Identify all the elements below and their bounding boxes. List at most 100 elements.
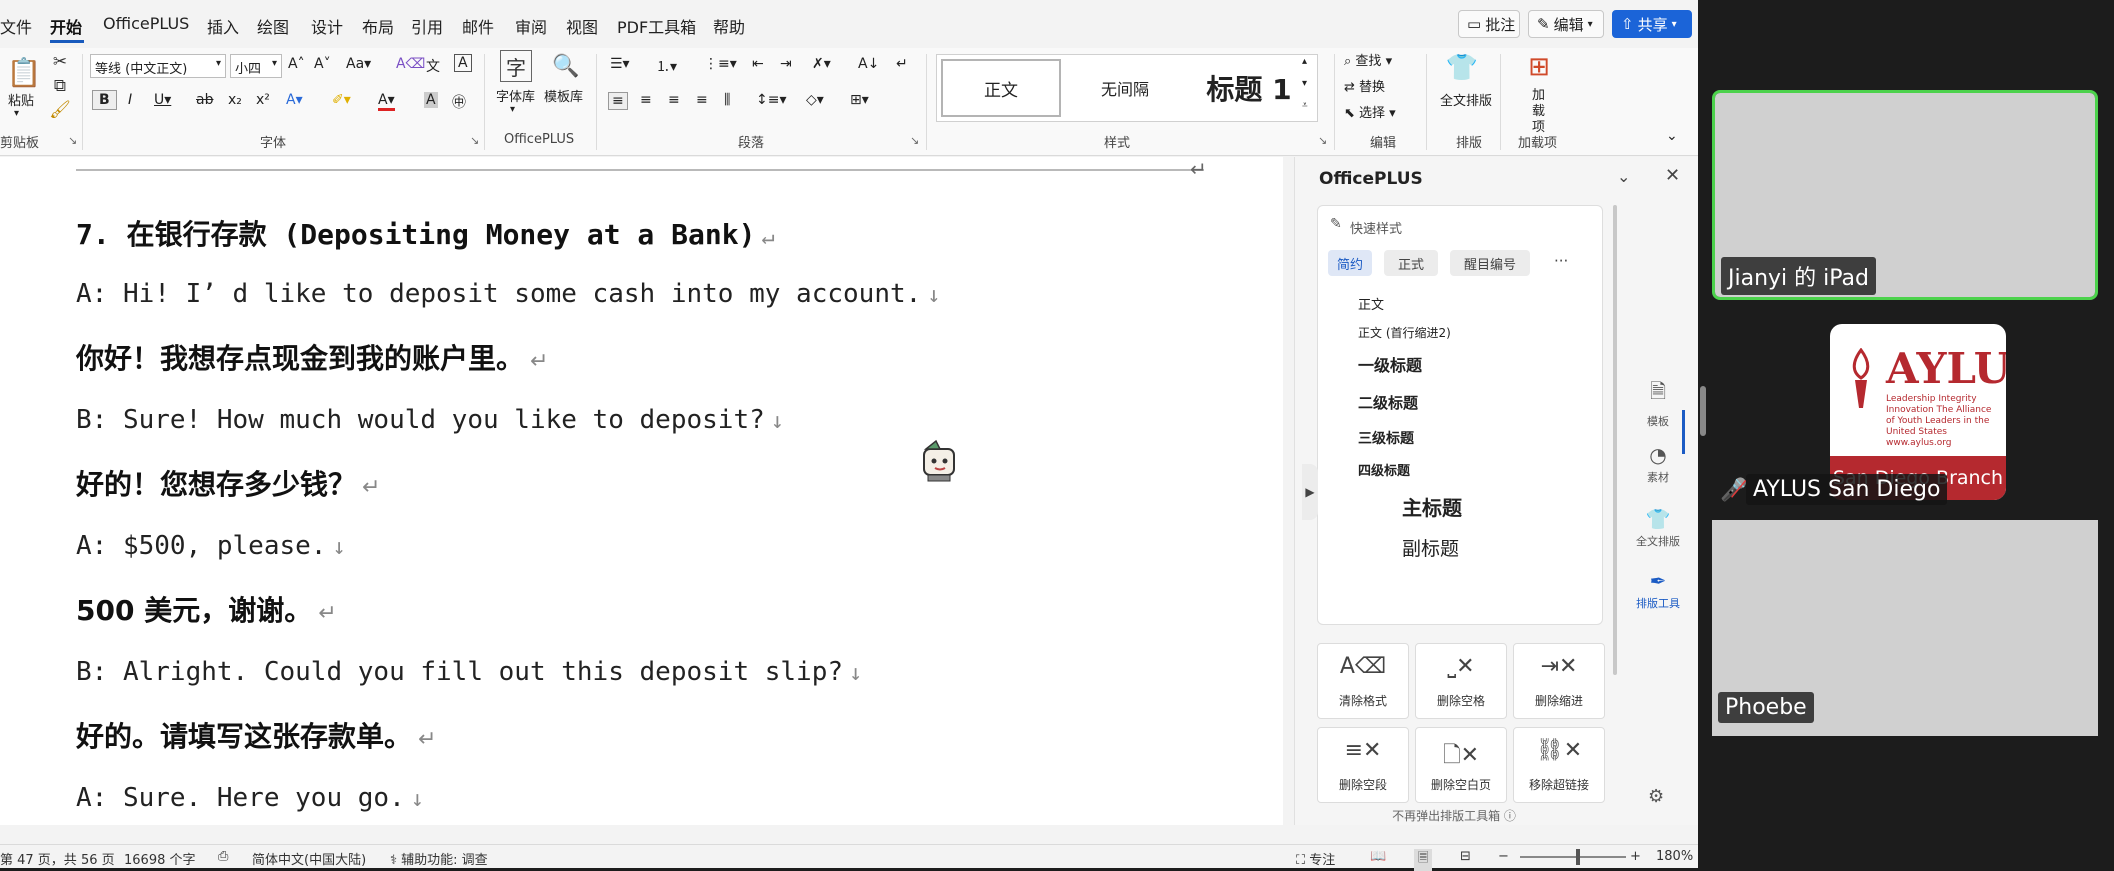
line-spacing-icon[interactable]: ↕≡▾ xyxy=(756,92,787,108)
tab-view[interactable]: 视图 xyxy=(566,14,598,38)
comment-button[interactable]: ▭ 批注 xyxy=(1458,10,1520,38)
panel-footer[interactable]: 不再弹出排版工具箱 ⓘ xyxy=(1295,807,1613,824)
zoom-in-icon[interactable]: + xyxy=(1630,849,1641,864)
editing-mode-button[interactable]: ✎ 编辑 ▾ xyxy=(1528,10,1604,38)
character-library-icon[interactable]: 字 xyxy=(500,50,532,82)
styles-scroll-up-icon[interactable]: ▴ xyxy=(1302,56,1307,67)
chevron-down-icon[interactable]: ▾ xyxy=(510,104,515,115)
styles-scroll-down-icon[interactable]: ▾ xyxy=(1302,78,1307,89)
quick-style-tab-numbered[interactable]: 醒目编号 xyxy=(1450,250,1530,276)
tab-layout[interactable]: 布局 xyxy=(362,14,394,38)
style-heading-1[interactable]: 标题 1 xyxy=(1189,59,1309,117)
strikethrough-button[interactable]: ab xyxy=(196,92,213,108)
bullets-icon[interactable]: ☰▾ xyxy=(610,56,630,72)
style-normal[interactable]: 正文 xyxy=(941,59,1061,117)
gear-icon[interactable]: ⚙ xyxy=(1648,786,1664,807)
document-page[interactable]: ↵ 7. 在银行存款 (Depositing Money at a Bank) ↵… xyxy=(0,157,1283,825)
quick-style-item[interactable]: 三级标题 xyxy=(1358,428,1414,448)
zoom-slider-thumb[interactable] xyxy=(1576,849,1580,865)
tab-officeplus[interactable]: OfficePLUS xyxy=(103,14,189,33)
numbering-icon[interactable]: ⒈▾ xyxy=(656,56,677,76)
tab-review[interactable]: 审阅 xyxy=(515,14,547,38)
clear-formatting-icon[interactable]: A⌫ xyxy=(396,56,425,72)
remove-blank-pages-button[interactable]: 🗋✕ 删除空白页 xyxy=(1415,727,1507,803)
align-right-icon[interactable]: ≡ xyxy=(668,92,680,108)
panel-resize-handle[interactable] xyxy=(1700,386,1706,436)
italic-button[interactable]: I xyxy=(128,92,132,108)
rail-full-layout[interactable]: 👕 全文排版 xyxy=(1627,507,1689,549)
show-marks-icon[interactable]: ↵ xyxy=(896,56,908,72)
styles-launcher-icon[interactable]: ↘ xyxy=(1318,134,1327,147)
grow-font-icon[interactable]: A˄ xyxy=(288,56,305,72)
paste-label[interactable]: 粘贴 xyxy=(8,90,34,109)
paste-icon[interactable]: 📋 xyxy=(6,54,42,90)
replace-button[interactable]: ⇄ 替换 xyxy=(1344,76,1385,95)
participant-tile[interactable]: Phoebe xyxy=(1712,520,2098,736)
align-center-icon[interactable]: ≡ xyxy=(640,92,652,108)
page-count[interactable]: 第 47 页，共 56 页 xyxy=(0,849,115,868)
remove-hyperlinks-button[interactable]: ⛓✕ 移除超链接 xyxy=(1513,727,1605,803)
clipboard-launcher-icon[interactable]: ↘ xyxy=(68,134,77,147)
shading-icon[interactable]: ◇▾ xyxy=(806,92,824,108)
quick-style-item[interactable]: 主标题 xyxy=(1402,492,1462,521)
read-mode-icon[interactable]: 📖 xyxy=(1370,849,1386,864)
phonetic-guide-icon[interactable]: 文 xyxy=(426,56,440,76)
style-no-spacing[interactable]: 无间隔 xyxy=(1065,59,1185,117)
rail-layout-tools[interactable]: ✒ 排版工具 xyxy=(1627,569,1689,611)
tab-insert[interactable]: 插入 xyxy=(207,14,239,38)
quick-style-item[interactable]: 正文 xyxy=(1358,294,1384,313)
enclose-characters-icon[interactable]: ㊥ xyxy=(452,92,466,112)
copy-icon[interactable]: ⧉ xyxy=(50,76,70,96)
shrink-font-icon[interactable]: A˅ xyxy=(314,56,331,72)
quick-style-item[interactable]: 四级标题 xyxy=(1358,460,1410,479)
asian-layout-icon[interactable]: ✗▾ xyxy=(812,56,831,72)
tab-pdf-tools[interactable]: PDF工具箱 xyxy=(617,14,696,38)
select-button[interactable]: ⬉ 选择 ▾ xyxy=(1344,102,1396,121)
rail-templates[interactable]: 🗎 模板 xyxy=(1627,377,1689,429)
share-button[interactable]: ⇧ 共享 ▾ xyxy=(1612,10,1692,38)
tab-references[interactable]: 引用 xyxy=(411,14,443,38)
remove-indent-button[interactable]: ⇥✕ 删除缩进 xyxy=(1513,643,1605,719)
align-left-icon[interactable]: ≡ xyxy=(608,92,628,110)
underline-button[interactable]: U▾ xyxy=(154,92,171,108)
font-launcher-icon[interactable]: ↘ xyxy=(470,134,479,147)
highlight-icon[interactable]: ✐▾ xyxy=(332,92,351,108)
tab-draw[interactable]: 绘图 xyxy=(257,14,289,38)
find-button[interactable]: ⌕ 查找 ▾ xyxy=(1344,50,1392,69)
accessibility-status[interactable]: ⚕ 辅助功能: 调查 xyxy=(390,849,488,868)
quick-style-item[interactable]: 正文 (首行缩进2) xyxy=(1358,324,1451,341)
bold-button[interactable]: B xyxy=(92,90,117,110)
character-library-label[interactable]: 字体库 xyxy=(496,86,535,105)
panel-collapse-toggle[interactable]: ▶ xyxy=(1302,464,1318,520)
tab-design[interactable]: 设计 xyxy=(311,14,343,38)
font-size-combo[interactable]: 小四 ▾ xyxy=(230,54,282,78)
quick-style-item[interactable]: 二级标题 xyxy=(1358,392,1418,413)
rail-materials[interactable]: ◔ 素材 xyxy=(1627,443,1689,485)
quick-style-tab-simple[interactable]: 简约 xyxy=(1328,250,1372,276)
font-color-icon[interactable]: A▾ xyxy=(378,92,395,111)
participant-tile[interactable]: AYLUS Leadership Integrity Innovation Th… xyxy=(1712,322,2098,505)
more-options-icon[interactable]: ··· xyxy=(1554,252,1568,270)
focus-mode[interactable]: ⛶ 专注 xyxy=(1296,849,1335,868)
proofing-icon[interactable]: ⎙ xyxy=(218,849,228,864)
character-border-icon[interactable]: A xyxy=(454,54,472,72)
styles-more-icon[interactable]: ⩡ xyxy=(1302,100,1308,111)
decrease-indent-icon[interactable]: ⇤ xyxy=(752,56,764,72)
sort-icon[interactable]: A↓ xyxy=(858,56,879,72)
remove-spaces-button[interactable]: ⎵✕ 删除空格 xyxy=(1415,643,1507,719)
remove-empty-paragraphs-button[interactable]: ≡✕ 删除空段 xyxy=(1317,727,1409,803)
zoom-level[interactable]: 180% xyxy=(1656,849,1693,864)
full-layout-label[interactable]: 全文排版 xyxy=(1440,90,1492,109)
word-count[interactable]: 16698 个字 xyxy=(124,849,196,868)
addins-grid-icon[interactable]: ⊞ xyxy=(1522,50,1556,84)
quick-style-item[interactable]: 一级标题 xyxy=(1358,352,1422,376)
chevron-down-icon[interactable]: ⌄ xyxy=(1617,167,1630,186)
text-effects-icon[interactable]: A▾ xyxy=(286,92,303,108)
quick-style-item[interactable]: 副标题 xyxy=(1402,534,1459,561)
paragraph-launcher-icon[interactable]: ↘ xyxy=(910,134,919,147)
distributed-icon[interactable]: ⫼ xyxy=(724,92,730,108)
participant-tile[interactable]: Jianyi 的 iPad xyxy=(1712,90,2098,300)
character-shading-icon[interactable]: A xyxy=(424,92,438,108)
shirt-icon[interactable]: 👕 xyxy=(1446,50,1478,86)
borders-icon[interactable]: ⊞▾ xyxy=(850,92,869,108)
